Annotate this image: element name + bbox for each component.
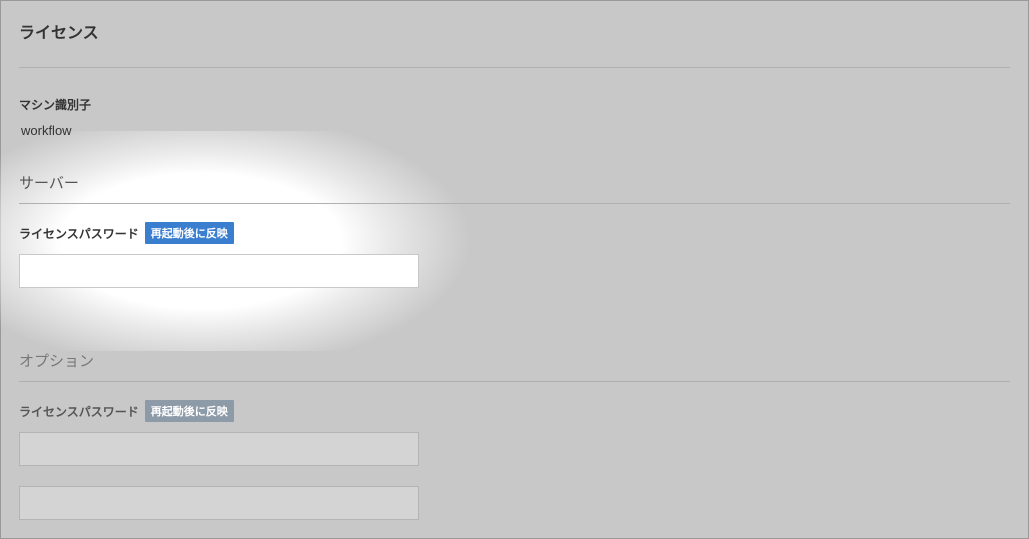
option-second-input: [19, 486, 419, 520]
server-section: サーバー ライセンスパスワード 再起動後に反映: [19, 172, 1010, 288]
option-heading: オプション: [19, 350, 1010, 381]
title-divider: [19, 67, 1010, 68]
server-license-label-row: ライセンスパスワード 再起動後に反映: [19, 222, 1010, 244]
option-license-password-input: [19, 432, 419, 466]
option-license-label: ライセンスパスワード: [19, 403, 139, 420]
option-section: オプション ライセンスパスワード 再起動後に反映: [19, 350, 1010, 520]
page-title: ライセンス: [19, 1, 1010, 67]
server-heading: サーバー: [19, 172, 1010, 203]
option-divider: [19, 381, 1010, 382]
option-restart-badge: 再起動後に反映: [145, 400, 234, 422]
machine-id-value: workflow: [19, 123, 1010, 138]
machine-id-label: マシン識別子: [19, 96, 1010, 113]
server-license-password-input[interactable]: [19, 254, 419, 288]
server-restart-badge: 再起動後に反映: [145, 222, 234, 244]
server-license-label: ライセンスパスワード: [19, 225, 139, 242]
option-license-label-row: ライセンスパスワード 再起動後に反映: [19, 400, 1010, 422]
server-divider: [19, 203, 1010, 204]
